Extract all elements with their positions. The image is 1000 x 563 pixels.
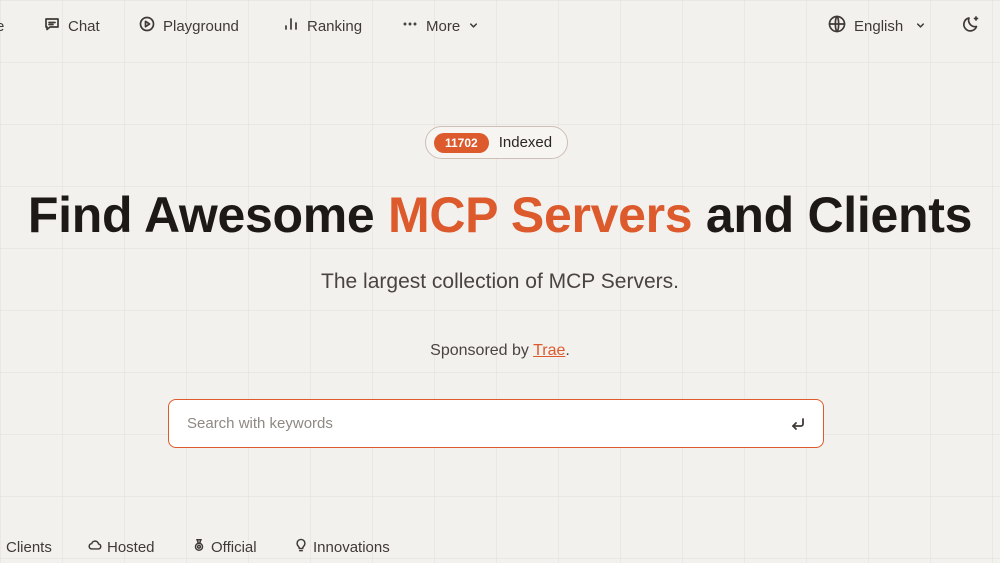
chevron-down-icon	[468, 18, 479, 35]
language-selector[interactable]: English	[828, 14, 926, 38]
indexed-label: Indexed	[498, 134, 553, 151]
lightbulb-icon	[294, 538, 308, 556]
nav-item-chat-label: Chat	[68, 17, 100, 35]
title-accent: MCP Servers	[388, 187, 693, 243]
nav-item-truncated[interactable]: e	[0, 14, 4, 38]
bar-chart-icon	[283, 16, 299, 36]
nav-item-chat[interactable]: Chat	[44, 14, 100, 38]
globe-icon	[828, 15, 846, 37]
theme-toggle-button[interactable]	[959, 14, 983, 38]
category-tabs: Clients Hosted Official Innovations	[0, 536, 1000, 560]
play-circle-icon	[139, 16, 155, 36]
nav-item-playground-label: Playground	[163, 17, 239, 35]
enter-icon[interactable]	[789, 415, 807, 433]
chevron-down-icon	[915, 18, 926, 35]
chat-icon	[44, 16, 60, 36]
tab-official[interactable]: Official	[192, 536, 257, 558]
search-input[interactable]	[187, 415, 789, 432]
nav-item-truncated-label: e	[0, 17, 5, 35]
cloud-icon	[88, 538, 102, 556]
tab-innovations[interactable]: Innovations	[294, 536, 390, 558]
tab-official-label: Official	[211, 538, 257, 556]
nav-item-ranking-label: Ranking	[307, 17, 363, 35]
search-box	[168, 399, 824, 448]
top-navbar: e Chat Playground Ranking More English	[0, 0, 1000, 52]
moon-icon	[961, 14, 981, 39]
indexed-count: 11702	[434, 132, 489, 153]
tab-clients[interactable]: Clients	[6, 536, 52, 558]
sponsor-link[interactable]: Trae	[533, 342, 565, 359]
title-suffix: and Clients	[692, 187, 973, 243]
sponsor-line: Sponsored by Trae.	[0, 342, 1000, 360]
title-prefix: Find Awesome	[27, 187, 388, 243]
nav-item-more-label: More	[426, 17, 461, 35]
ellipsis-icon	[402, 16, 418, 36]
page-title: Find Awesome MCP Servers and Clients	[0, 186, 1000, 244]
language-label: English	[854, 17, 904, 35]
sponsor-prefix: Sponsored by	[430, 342, 534, 359]
sponsor-suffix: .	[565, 342, 570, 359]
tab-clients-label: Clients	[6, 538, 52, 556]
page-subtitle: The largest collection of MCP Servers.	[321, 270, 679, 293]
nav-item-playground[interactable]: Playground	[139, 14, 239, 38]
tab-innovations-label: Innovations	[313, 538, 390, 556]
nav-item-more[interactable]: More	[402, 14, 479, 38]
indexed-count-badge: 11702 Indexed	[425, 126, 568, 159]
medal-icon	[192, 538, 206, 556]
tab-hosted[interactable]: Hosted	[88, 536, 155, 558]
nav-item-ranking[interactable]: Ranking	[283, 14, 362, 38]
tab-hosted-label: Hosted	[107, 538, 155, 556]
